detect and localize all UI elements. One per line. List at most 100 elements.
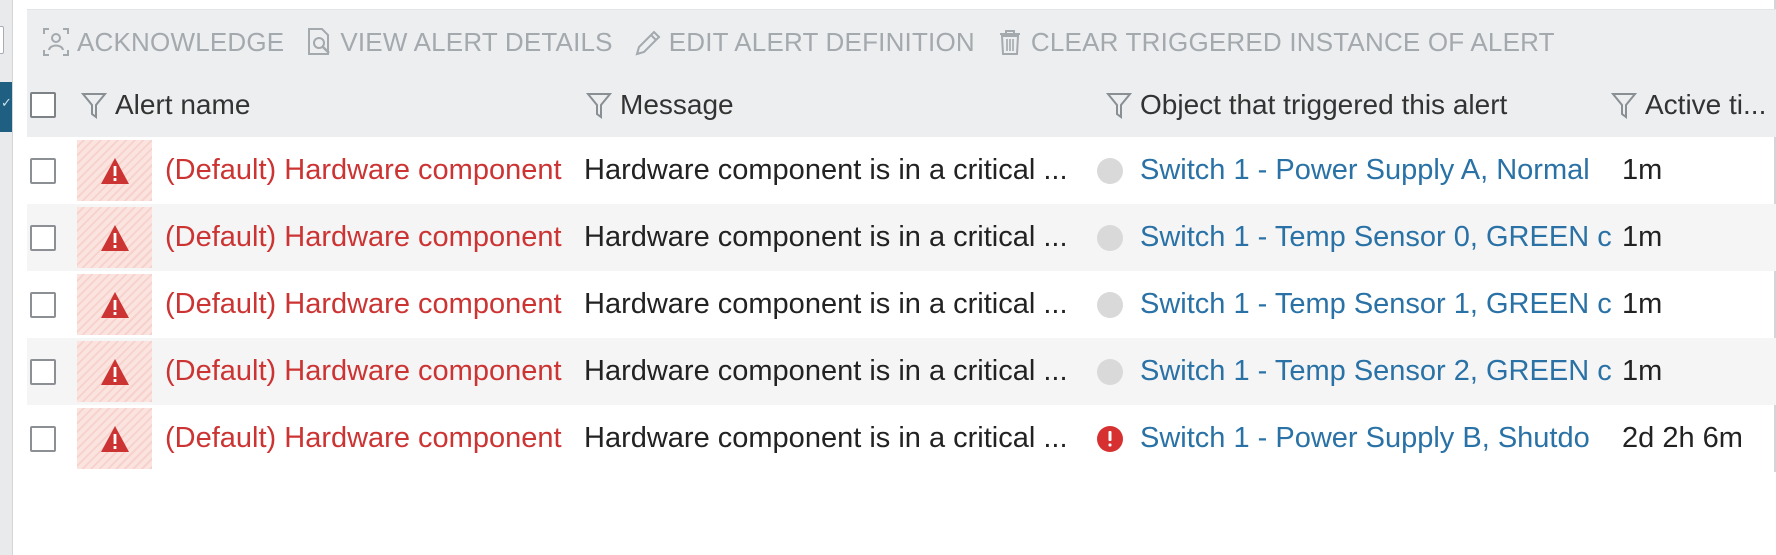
active-time-cell: 1m [1622, 338, 1776, 405]
object-cell[interactable]: Switch 1 - Temp Sensor 2, GREEN c [1140, 338, 1622, 405]
column-header-active-time[interactable]: Active ti... [1611, 73, 1776, 137]
column-header-alert-name[interactable]: Alert name [81, 73, 511, 137]
acknowledge-button[interactable]: ACKNOWLEDGE [41, 22, 284, 62]
object-cell[interactable]: Switch 1 - Temp Sensor 0, GREEN c [1140, 204, 1622, 271]
alert-name-link[interactable]: (Default) Hardware component [165, 422, 562, 455]
severity-cell [77, 140, 152, 201]
message-cell: Hardware component is in a critical ... [584, 204, 1112, 271]
triggering-object-link[interactable]: Switch 1 - Temp Sensor 1, GREEN c [1140, 288, 1612, 321]
severity-cell [77, 341, 152, 402]
edit-alert-definition-label: EDIT ALERT DEFINITION [668, 26, 975, 57]
alerts-table-body: (Default) Hardware component Hardware co… [27, 137, 1776, 472]
filter-icon[interactable] [586, 90, 612, 120]
left-panel-handle[interactable] [0, 26, 4, 54]
alert-name-cell[interactable]: (Default) Hardware component [165, 338, 611, 405]
severity-cell [77, 408, 152, 469]
active-time-value: 1m [1622, 355, 1663, 387]
object-cell[interactable]: Switch 1 - Temp Sensor 1, GREEN c [1140, 271, 1622, 338]
table-row[interactable]: (Default) Hardware component Hardware co… [27, 338, 1776, 405]
status-cell [1096, 338, 1130, 405]
active-time-cell: 1m [1622, 137, 1776, 204]
row-checkbox[interactable] [30, 358, 56, 385]
active-time-cell: 2d 2h 6m [1622, 405, 1776, 472]
alert-toolbar: ACKNOWLEDGE VIEW ALERT DETAILS EDIT ALER… [27, 9, 1776, 74]
edit-alert-definition-button[interactable]: EDIT ALERT DEFINITION [633, 22, 975, 62]
select-all-cell [30, 73, 56, 137]
row-checkbox[interactable] [30, 291, 56, 318]
active-time-value: 2d 2h 6m [1622, 422, 1743, 454]
critical-severity-icon [100, 157, 129, 184]
triggering-object-link[interactable]: Switch 1 - Power Supply A, Normal [1140, 154, 1590, 187]
status-cell [1096, 137, 1130, 204]
acknowledge-icon [41, 26, 71, 58]
table-empty-area [27, 472, 1776, 555]
alert-message: Hardware component is in a critical ... [584, 221, 1068, 253]
unknown-status-icon [1097, 291, 1123, 318]
row-checkbox[interactable] [30, 425, 56, 452]
column-header-object[interactable]: Object that triggered this alert [1106, 73, 1526, 137]
table-row[interactable]: (Default) Hardware component Hardware co… [27, 204, 1776, 271]
alert-name-link[interactable]: (Default) Hardware component [165, 355, 562, 388]
critical-severity-icon [100, 358, 129, 385]
triggering-object-link[interactable]: Switch 1 - Power Supply B, Shutdo [1140, 422, 1590, 455]
status-cell [1096, 405, 1130, 472]
status-cell [1096, 271, 1130, 338]
severity-cell [77, 207, 152, 268]
unknown-status-icon [1097, 157, 1123, 184]
row-checkbox[interactable] [30, 224, 56, 251]
message-cell: Hardware component is in a critical ... [584, 137, 1112, 204]
row-select-cell [30, 405, 56, 472]
table-row[interactable]: (Default) Hardware component Hardware co… [27, 405, 1776, 472]
column-header-message[interactable]: Message [586, 73, 1006, 137]
table-header: Alert name Message Object that triggered… [27, 73, 1776, 137]
view-alert-details-label: VIEW ALERT DETAILS [340, 26, 613, 57]
filter-icon[interactable] [1611, 90, 1637, 120]
column-label: Active ti... [1645, 89, 1767, 120]
column-label: Message [620, 89, 734, 120]
active-time-value: 1m [1622, 288, 1663, 320]
object-cell[interactable]: Switch 1 - Power Supply B, Shutdo [1140, 405, 1622, 472]
active-time-cell: 1m [1622, 204, 1776, 271]
trash-icon [995, 26, 1025, 58]
alert-name-link[interactable]: (Default) Hardware component [165, 288, 562, 321]
message-cell: Hardware component is in a critical ... [584, 271, 1112, 338]
unknown-status-icon [1097, 224, 1123, 251]
select-all-checkbox[interactable] [30, 92, 56, 118]
alert-name-cell[interactable]: (Default) Hardware component [165, 137, 611, 204]
triggering-object-link[interactable]: Switch 1 - Temp Sensor 0, GREEN c [1140, 221, 1612, 254]
filter-icon[interactable] [81, 90, 107, 120]
filter-icon[interactable] [1106, 90, 1132, 120]
triggering-object-link[interactable]: Switch 1 - Temp Sensor 2, GREEN c [1140, 355, 1612, 388]
active-time-value: 1m [1622, 154, 1663, 186]
alert-name-cell[interactable]: (Default) Hardware component [165, 204, 611, 271]
severity-cell [77, 274, 152, 335]
left-panel-edge: ✓ [0, 0, 13, 555]
alert-name-link[interactable]: (Default) Hardware component [165, 221, 562, 254]
left-panel-tab[interactable]: ✓ [0, 82, 12, 132]
row-checkbox[interactable] [30, 157, 56, 184]
check-icon: ✓ [1, 95, 12, 110]
column-label: Alert name [115, 89, 251, 120]
unknown-status-icon [1097, 358, 1123, 385]
alert-name-cell[interactable]: (Default) Hardware component [165, 405, 611, 472]
clear-triggered-instance-label: CLEAR TRIGGERED INSTANCE OF ALERT [1030, 26, 1555, 57]
acknowledge-label: ACKNOWLEDGE [77, 26, 285, 57]
alert-message: Hardware component is in a critical ... [584, 355, 1068, 387]
critical-severity-icon [100, 291, 129, 318]
status-cell [1096, 204, 1130, 271]
object-cell[interactable]: Switch 1 - Power Supply A, Normal [1140, 137, 1622, 204]
view-alert-details-button[interactable]: VIEW ALERT DETAILS [304, 22, 613, 62]
alert-message: Hardware component is in a critical ... [584, 422, 1068, 454]
alert-name-cell[interactable]: (Default) Hardware component [165, 271, 611, 338]
critical-status-icon [1097, 425, 1123, 452]
alert-message: Hardware component is in a critical ... [584, 154, 1068, 186]
pencil-icon [633, 26, 663, 58]
row-select-cell [30, 271, 56, 338]
alert-message: Hardware component is in a critical ... [584, 288, 1068, 320]
table-row[interactable]: (Default) Hardware component Hardware co… [27, 137, 1776, 204]
table-row[interactable]: (Default) Hardware component Hardware co… [27, 271, 1776, 338]
active-time-value: 1m [1622, 221, 1663, 253]
clear-triggered-instance-button[interactable]: CLEAR TRIGGERED INSTANCE OF ALERT [995, 22, 1555, 62]
alert-name-link[interactable]: (Default) Hardware component [165, 154, 562, 187]
view-details-icon [304, 26, 334, 58]
